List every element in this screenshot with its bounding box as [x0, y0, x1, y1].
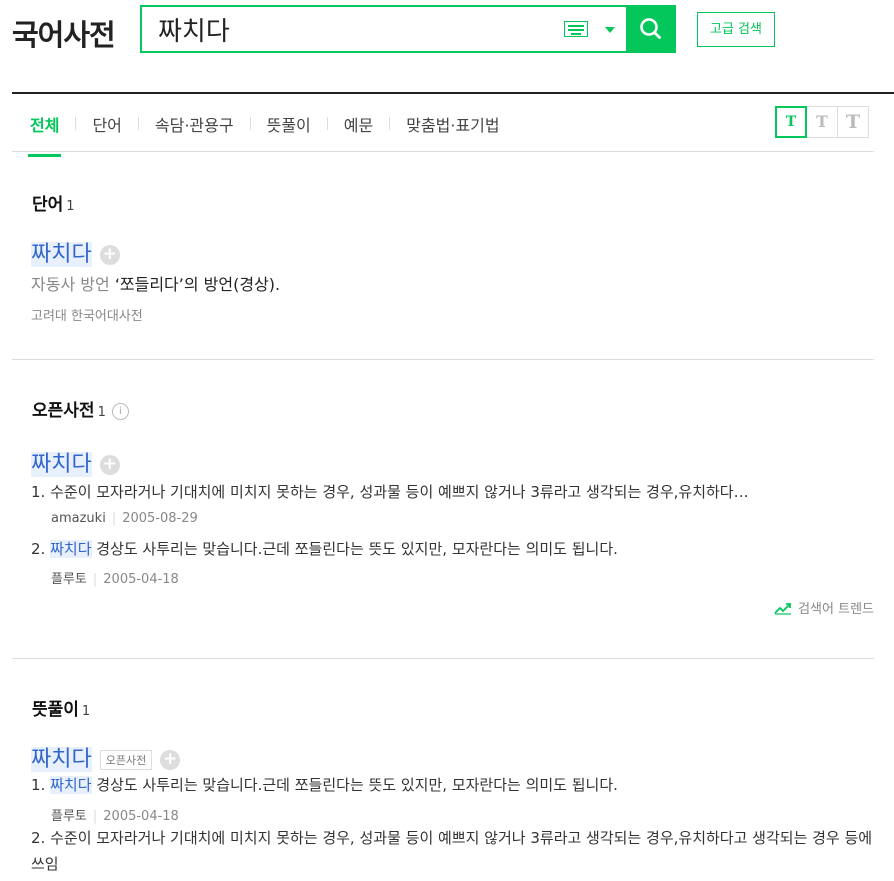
- meta-divider: |: [111, 511, 117, 526]
- section-title-text: 단어: [32, 195, 64, 215]
- trend-label: 검색어 트렌드: [798, 602, 874, 617]
- post-date: 2005-04-18: [103, 809, 179, 824]
- add-wordbook-icon[interactable]: +: [160, 750, 181, 770]
- section-title-open-dict: 오픈사전 1 i: [32, 396, 129, 421]
- section-title-word: 단어 1: [32, 190, 75, 215]
- definition-meta: amazuki | 2005-08-29: [51, 511, 198, 526]
- tab-meaning[interactable]: 뜻풀이: [267, 112, 311, 146]
- section-title-meaning: 뜻풀이 1: [32, 695, 90, 720]
- definition-meta: 플루토 | 2005-04-18: [51, 568, 179, 587]
- dictionary-source[interactable]: 고려대 한국어대사전: [31, 305, 143, 324]
- meta-divider: |: [92, 572, 98, 587]
- definition-text: 경상도 사투리는 맞습니다.근데 쪼들린다는 뜻도 있지만, 모자란다는 의미도…: [91, 540, 618, 558]
- add-wordbook-icon[interactable]: +: [99, 455, 120, 475]
- headword-link[interactable]: 짜치다: [31, 242, 92, 267]
- part-of-speech: 자동사: [31, 275, 76, 294]
- tab-divider: [389, 117, 391, 130]
- meta-divider: |: [92, 809, 98, 824]
- tab-bar: 전체 단어 속담·관용구 뜻풀이 예문 맞춤법·표기법: [27, 112, 500, 157]
- font-size-medium-button[interactable]: T: [806, 106, 838, 138]
- word-entry-headword: 짜치다 +: [31, 236, 120, 268]
- tab-spelling[interactable]: 맞춤법·표기법: [406, 112, 499, 146]
- definition-number: 2.: [31, 540, 46, 558]
- section-count: 1: [81, 704, 91, 719]
- author-link[interactable]: amazuki: [51, 511, 106, 526]
- region-label: 방언: [80, 275, 110, 294]
- info-icon[interactable]: i: [111, 402, 129, 420]
- tab-all[interactable]: 전체: [27, 112, 62, 157]
- tab-word[interactable]: 단어: [92, 112, 121, 146]
- author-link[interactable]: 플루토: [51, 572, 87, 587]
- search-button[interactable]: [626, 5, 676, 53]
- highlighted-term: 짜치다: [50, 540, 92, 558]
- source-tag: 오픈사전: [99, 750, 153, 770]
- dropdown-arrow-icon[interactable]: [605, 27, 615, 33]
- definition-item: 2. 짜치다 경상도 사투리는 맞습니다.근데 쪼들린다는 뜻도 있지만, 모자…: [31, 538, 873, 559]
- search-box: [140, 5, 676, 53]
- dictionary-logo[interactable]: 국어사전: [12, 12, 116, 54]
- header-divider: [12, 92, 894, 94]
- definition-meta: 플루토 | 2005-04-18: [51, 805, 179, 824]
- word-entry-meaning: 자동사 방언 ‘쪼들리다’의 방언(경상).: [31, 271, 280, 295]
- meaning-headword: 짜치다 오픈사전 +: [31, 741, 181, 773]
- add-wordbook-icon[interactable]: +: [99, 245, 120, 265]
- highlighted-term: 짜치다: [50, 776, 92, 794]
- headword-link[interactable]: 짜치다: [31, 452, 92, 477]
- definition-text: 경상도 사투리는 맞습니다.근데 쪼들린다는 뜻도 있지만, 모자란다는 의미도…: [91, 776, 618, 794]
- definition-number: 1.: [31, 483, 46, 501]
- search-trend-link[interactable]: 검색어 트렌드: [774, 598, 874, 617]
- section-count: 1: [66, 199, 75, 214]
- tab-divider: [137, 117, 139, 130]
- definition-text: 수준이 모자라거나 기대치에 미치지 못하는 경우, 성과물 등이 예쁘지 않거…: [31, 829, 873, 873]
- headword-link[interactable]: 짜치다: [31, 747, 92, 772]
- tab-divider: [75, 117, 77, 130]
- tab-idiom[interactable]: 속담·관용구: [155, 112, 234, 146]
- section-title-text: 뜻풀이: [32, 700, 79, 720]
- trend-chart-icon: [774, 602, 792, 615]
- section-divider: [12, 658, 874, 659]
- keyboard-icon[interactable]: [564, 21, 588, 37]
- font-size-large-button[interactable]: T: [837, 106, 869, 138]
- definition-number: 2.: [31, 829, 46, 847]
- open-dict-headword: 짜치다 +: [31, 446, 120, 478]
- section-count: 1: [97, 405, 106, 420]
- definition-number: 1.: [31, 776, 46, 794]
- tab-divider: [326, 117, 328, 130]
- definition-text: ‘쪼들리다’의 방언(경상).: [114, 275, 281, 294]
- definition-item: 2. 수준이 모자라거나 기대치에 미치지 못하는 경우, 성과물 등이 예쁘지…: [31, 825, 873, 877]
- definition-text: 수준이 모자라거나 기대치에 미치지 못하는 경우, 성과물 등이 예쁘지 않거…: [50, 483, 749, 501]
- definition-item: 1. 짜치다 경상도 사투리는 맞습니다.근데 쪼들린다는 뜻도 있지만, 모자…: [31, 774, 873, 795]
- font-size-control: T T T: [775, 106, 869, 138]
- tab-divider: [249, 117, 251, 130]
- tabs-divider: [12, 151, 874, 152]
- section-divider: [12, 359, 874, 360]
- advanced-search-button[interactable]: 고급 검색: [697, 12, 775, 47]
- post-date: 2005-08-29: [122, 511, 198, 526]
- search-icon: [640, 18, 661, 39]
- section-title-text: 오픈사전: [32, 401, 95, 421]
- font-size-small-button[interactable]: T: [775, 106, 807, 138]
- definition-item: 1. 수준이 모자라거나 기대치에 미치지 못하는 경우, 성과물 등이 예쁘지…: [31, 481, 873, 502]
- post-date: 2005-04-18: [103, 572, 179, 587]
- search-input[interactable]: [158, 13, 548, 45]
- author-link[interactable]: 플루토: [51, 809, 87, 824]
- tab-example[interactable]: 예문: [344, 112, 373, 146]
